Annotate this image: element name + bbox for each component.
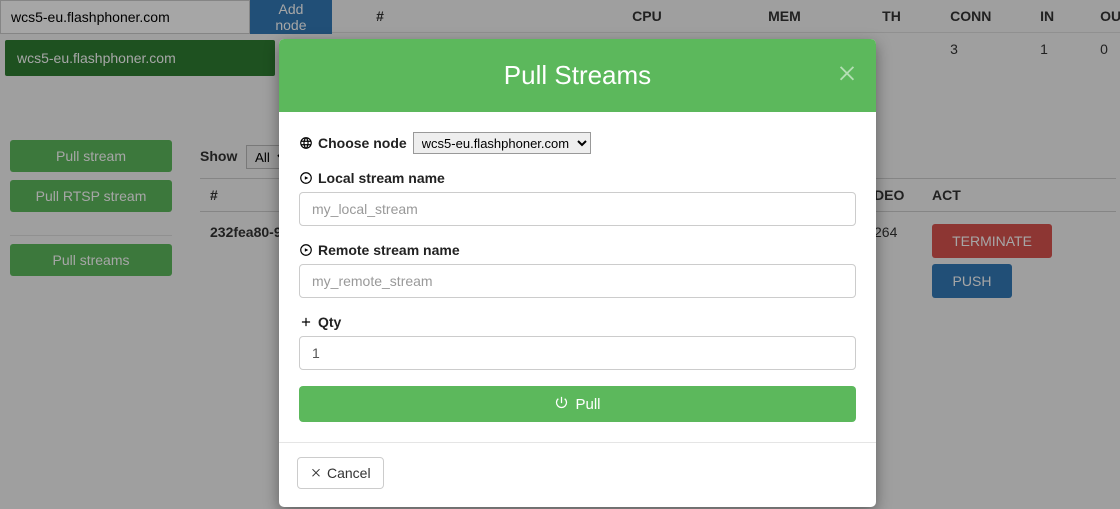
qty-input[interactable] <box>299 336 856 370</box>
choose-node-label: Choose node <box>318 135 407 151</box>
remote-stream-label: Remote stream name <box>318 242 460 258</box>
play-circle-icon <box>299 171 313 185</box>
close-icon[interactable] <box>836 61 860 85</box>
pull-button[interactable]: Pull <box>299 386 856 422</box>
modal-title: Pull Streams <box>504 60 651 91</box>
play-circle-icon <box>299 243 313 257</box>
local-stream-label: Local stream name <box>318 170 445 186</box>
plus-icon <box>299 315 313 329</box>
globe-icon <box>299 136 313 150</box>
choose-node-select[interactable]: wcs5-eu.flashphoner.com <box>413 132 591 154</box>
close-icon <box>310 465 322 481</box>
cancel-button[interactable]: Cancel <box>297 457 384 489</box>
pull-button-label: Pull <box>575 396 600 413</box>
local-stream-input[interactable] <box>299 192 856 226</box>
remote-stream-input[interactable] <box>299 264 856 298</box>
power-icon <box>554 395 569 414</box>
qty-label: Qty <box>318 314 341 330</box>
pull-streams-modal: Pull Streams Choose node wcs5-eu.flashph… <box>279 39 876 507</box>
cancel-button-label: Cancel <box>327 465 371 481</box>
